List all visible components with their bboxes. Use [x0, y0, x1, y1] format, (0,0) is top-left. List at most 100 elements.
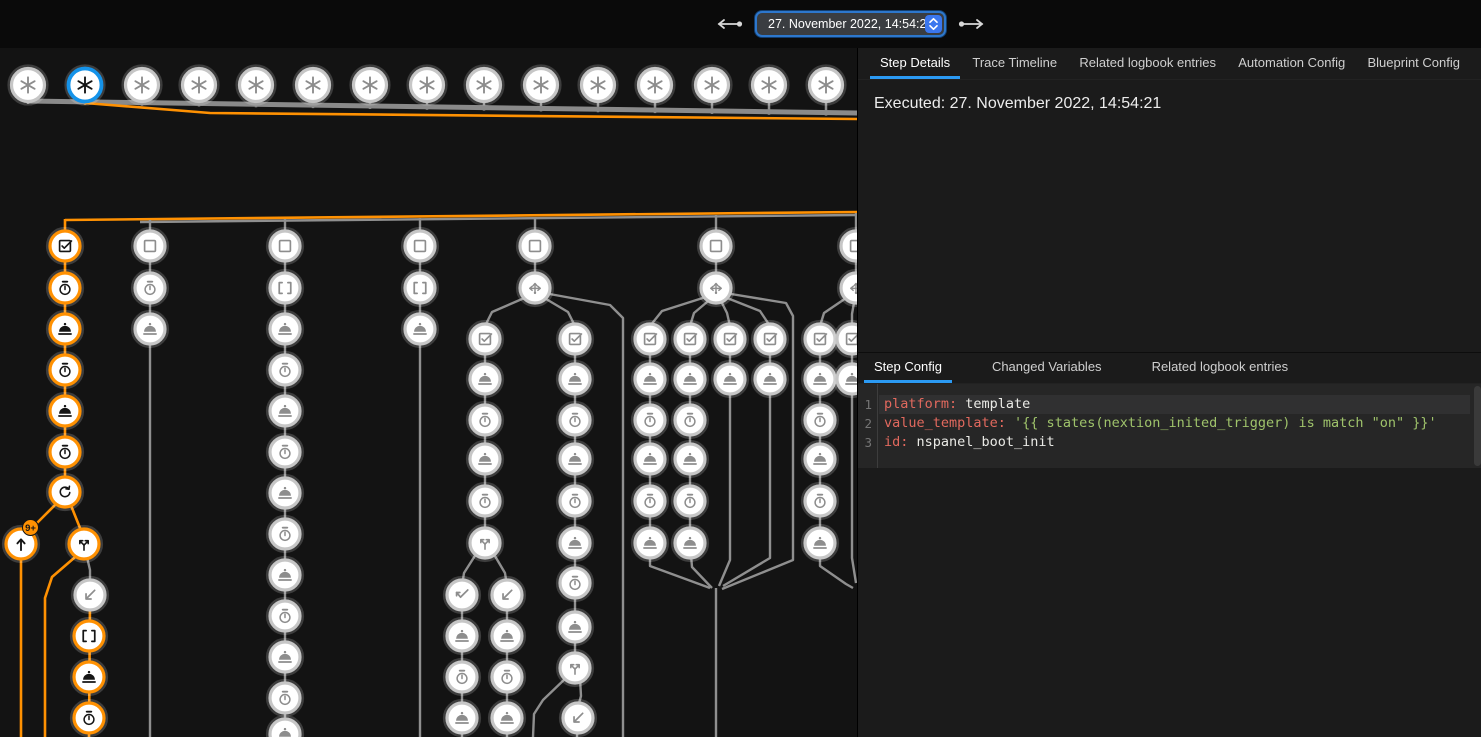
asterisk-node[interactable] — [123, 66, 161, 104]
tab-changed-variables[interactable]: Changed Variables — [982, 353, 1112, 383]
arrow-bottom-left-node[interactable] — [489, 577, 524, 612]
checkbox-marked-node[interactable] — [557, 321, 592, 356]
editor-scrollbar[interactable] — [1474, 386, 1481, 466]
service-bell-node[interactable] — [467, 441, 502, 476]
arrow-bottom-left-node[interactable] — [72, 577, 107, 612]
checkbox-marked-node[interactable] — [752, 321, 787, 356]
checkbox-blank-node[interactable] — [402, 228, 437, 263]
asterisk-node[interactable] — [750, 66, 788, 104]
ray-end-arrow-icon[interactable] — [958, 18, 986, 30]
timer-node[interactable] — [444, 659, 479, 694]
service-bell-node[interactable] — [557, 609, 592, 644]
timer-node[interactable] — [267, 516, 302, 551]
code-brackets-node[interactable] — [71, 618, 106, 653]
asterisk-node[interactable] — [66, 66, 104, 104]
checkbox-marked-node[interactable] — [467, 321, 502, 356]
timer-node[interactable] — [802, 483, 837, 518]
ray-start-arrow-icon[interactable] — [715, 18, 743, 30]
service-bell-node[interactable] — [802, 361, 837, 396]
timer-node[interactable] — [132, 270, 167, 305]
service-bell-node[interactable] — [672, 525, 707, 560]
run-picker-select[interactable]: 27. November 2022, 14:54:21 — [755, 11, 946, 37]
checkbox-marked-node[interactable] — [632, 321, 667, 356]
service-bell-node[interactable] — [489, 700, 524, 735]
call-split-node[interactable] — [66, 526, 101, 561]
refresh-node[interactable] — [47, 474, 82, 509]
arrow-bottom-left-node[interactable] — [560, 700, 595, 735]
service-bell-node[interactable] — [802, 525, 837, 560]
asterisk-node[interactable] — [180, 66, 218, 104]
call-split-node[interactable] — [467, 525, 502, 560]
service-bell-node[interactable] — [489, 618, 524, 653]
checkbox-blank-node[interactable] — [132, 228, 167, 263]
tab-trace-timeline[interactable]: Trace Timeline — [962, 48, 1067, 79]
checkbox-blank-node[interactable] — [517, 228, 552, 263]
service-bell-node[interactable] — [752, 361, 787, 396]
checkbox-blank-node[interactable] — [267, 228, 302, 263]
asterisk-node[interactable] — [465, 66, 503, 104]
service-bell-node[interactable] — [267, 557, 302, 592]
service-bell-node[interactable] — [267, 393, 302, 428]
arrow-decision-node[interactable] — [517, 270, 552, 305]
tab-blueprint-config[interactable]: Blueprint Config — [1357, 48, 1470, 79]
service-bell-node[interactable] — [632, 525, 667, 560]
timer-node[interactable] — [47, 270, 82, 305]
service-bell-node[interactable] — [267, 639, 302, 674]
checkbox-blank-node[interactable] — [698, 228, 733, 263]
code-brackets-node[interactable] — [267, 270, 302, 305]
call-split-node[interactable] — [557, 650, 592, 685]
asterisk-node[interactable] — [693, 66, 731, 104]
timer-node[interactable] — [267, 598, 302, 633]
service-bell-node[interactable] — [402, 311, 437, 346]
timer-node[interactable] — [672, 483, 707, 518]
asterisk-node[interactable] — [636, 66, 674, 104]
timer-node[interactable] — [557, 402, 592, 437]
timer-node[interactable] — [267, 434, 302, 469]
timer-node[interactable] — [267, 352, 302, 387]
timer-node[interactable] — [47, 434, 82, 469]
timer-node[interactable] — [632, 402, 667, 437]
service-bell-node[interactable] — [267, 475, 302, 510]
service-bell-node[interactable] — [71, 659, 106, 694]
tab-step-config[interactable]: Step Config — [864, 353, 952, 383]
timer-node[interactable] — [557, 565, 592, 600]
asterisk-node[interactable] — [807, 66, 845, 104]
service-bell-node[interactable] — [444, 700, 479, 735]
tab-related-logbook-entries[interactable]: Related logbook entries — [1069, 48, 1226, 79]
code-brackets-node[interactable] — [402, 270, 437, 305]
checkbox-marked-node[interactable] — [802, 321, 837, 356]
checkbox-marked-node[interactable] — [672, 321, 707, 356]
checkbox-marked-node[interactable] — [47, 228, 82, 263]
service-bell-node[interactable] — [672, 441, 707, 476]
checkbox-marked-node[interactable] — [712, 321, 747, 356]
service-bell-node[interactable] — [132, 311, 167, 346]
service-bell-node[interactable] — [632, 441, 667, 476]
arrow-check-node[interactable] — [444, 577, 479, 612]
checkbox-marked-node[interactable] — [834, 321, 857, 356]
timer-node[interactable] — [467, 483, 502, 518]
service-bell-node[interactable] — [267, 311, 302, 346]
timer-node[interactable] — [557, 483, 592, 518]
service-bell-node[interactable] — [834, 361, 857, 396]
service-bell-node[interactable] — [444, 618, 479, 653]
timer-node[interactable] — [632, 483, 667, 518]
service-bell-node[interactable] — [672, 361, 707, 396]
asterisk-node[interactable] — [9, 66, 47, 104]
tab-automation-config[interactable]: Automation Config — [1228, 48, 1355, 79]
service-bell-node[interactable] — [557, 361, 592, 396]
service-bell-node[interactable] — [467, 361, 502, 396]
timer-node[interactable] — [802, 402, 837, 437]
yaml-editor[interactable]: 123 platform: templatevalue_template: '{… — [858, 384, 1481, 468]
service-bell-node[interactable] — [557, 525, 592, 560]
service-bell-node[interactable] — [557, 441, 592, 476]
timer-node[interactable] — [672, 402, 707, 437]
timer-node[interactable] — [267, 680, 302, 715]
arrow-up-node[interactable]: 9+ — [3, 520, 38, 562]
asterisk-node[interactable] — [294, 66, 332, 104]
asterisk-node[interactable] — [522, 66, 560, 104]
trace-graph[interactable]: 9+ — [0, 48, 857, 737]
service-bell-node[interactable] — [712, 361, 747, 396]
service-bell-node[interactable] — [267, 716, 302, 737]
tab-step-details[interactable]: Step Details — [870, 48, 960, 79]
asterisk-node[interactable] — [237, 66, 275, 104]
